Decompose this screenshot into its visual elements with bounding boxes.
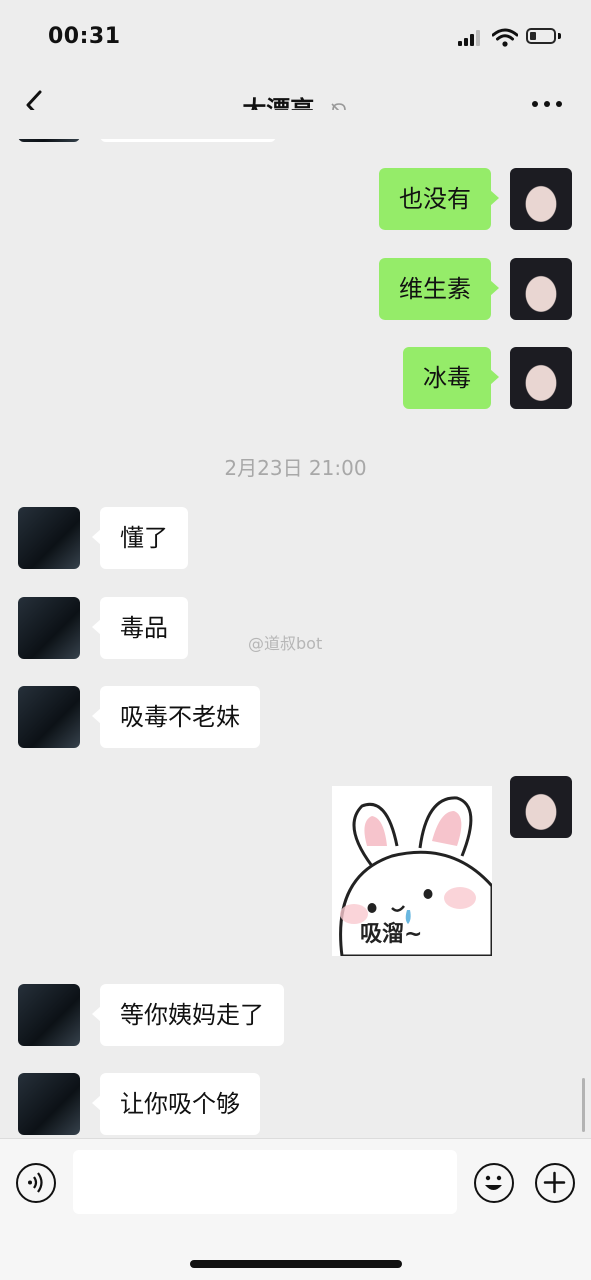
voice-icon [28, 1172, 43, 1193]
message-bubble-incoming[interactable]: 懂了 [92, 507, 188, 569]
my-avatar[interactable] [510, 168, 572, 230]
message-text: 懂了 [120, 524, 168, 552]
contact-avatar[interactable] [18, 686, 80, 748]
message-text: 让你吸个够 [120, 1090, 240, 1118]
message-bubble-outgoing[interactable]: 维生素 [379, 258, 499, 320]
cellular-signal-icon [458, 30, 484, 46]
watermark: @道叔bot [248, 634, 323, 653]
message-text: 吸毒不老妹 [120, 703, 240, 731]
smiley-icon [485, 1175, 502, 1190]
message-bubble-incoming[interactable]: 让你吸个够 [92, 1073, 260, 1135]
message-input[interactable] [73, 1150, 457, 1214]
bunny-sticker[interactable]: 吸溜~ [332, 786, 492, 956]
nav-overlap-mask [0, 110, 591, 139]
message-text: 维生素 [399, 275, 471, 303]
message-bubble-incoming[interactable]: 毒品 [92, 597, 188, 659]
home-indicator [190, 1260, 402, 1268]
message-bubble-incoming[interactable]: 吸毒不老妹 [92, 686, 260, 748]
message-bubble-outgoing[interactable]: 也没有 [379, 168, 499, 230]
plus-icon [543, 1171, 566, 1194]
battery-icon [526, 28, 556, 44]
contact-avatar[interactable] [18, 507, 80, 569]
battery-tip [558, 33, 561, 39]
message-text: 冰毒 [423, 364, 471, 392]
contact-avatar[interactable] [18, 1073, 80, 1135]
wifi-icon [492, 28, 518, 47]
voice-input-button[interactable] [16, 1163, 56, 1203]
my-avatar[interactable] [510, 776, 572, 838]
sticker-caption: 吸溜~ [360, 922, 423, 947]
chat-timestamp: 2月23日 21:00 [224, 456, 367, 480]
contact-avatar[interactable] [18, 597, 80, 659]
chat-scrollbar[interactable] [582, 1078, 585, 1132]
more-actions-button[interactable] [535, 1163, 575, 1203]
my-avatar[interactable] [510, 347, 572, 409]
my-avatar[interactable] [510, 258, 572, 320]
emoji-button[interactable] [474, 1163, 514, 1203]
message-text: 等你姨妈走了 [120, 1001, 264, 1029]
message-bubble-outgoing[interactable]: 冰毒 [403, 347, 499, 409]
message-text: 毒品 [120, 614, 168, 642]
contact-avatar[interactable] [18, 984, 80, 1046]
message-text: 也没有 [399, 185, 471, 213]
status-time: 00:31 [48, 24, 121, 49]
message-bubble-incoming[interactable]: 等你姨妈走了 [92, 984, 284, 1046]
